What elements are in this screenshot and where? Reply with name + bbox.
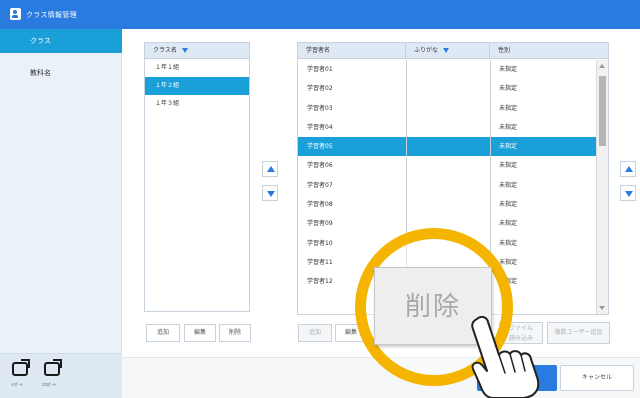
class-name-column-label: クラス名: [153, 47, 177, 54]
title-bar: クラス情報管理: [0, 0, 640, 29]
user-card-icon: [10, 8, 21, 20]
sidebar-item-subject[interactable]: 教科名: [0, 61, 122, 85]
student-kana-cell: [406, 99, 490, 118]
student-name-cell: 学習者07: [307, 181, 333, 189]
student-gender-cell: 未指定: [499, 258, 518, 266]
hand-pointer-icon: [471, 315, 540, 398]
column-header-name[interactable]: 学習者名: [298, 43, 406, 59]
class-add-button[interactable]: 追加: [146, 324, 180, 342]
student-name-cell: 学習者09: [307, 220, 333, 228]
student-gender-cell: 未指定: [499, 220, 518, 228]
student-kana-cell: [406, 176, 490, 195]
import-icon[interactable]: [12, 359, 30, 376]
class-edit-button[interactable]: 編集: [184, 324, 216, 342]
class-list-header[interactable]: クラス名: [145, 43, 249, 59]
move-class-up-button[interactable]: [262, 161, 278, 177]
student-gender-cell: 未指定: [499, 201, 518, 209]
student-gender-cell: 未指定: [499, 85, 518, 93]
triangle-up-icon: [267, 166, 275, 172]
student-gender-cell: 未指定: [499, 239, 518, 247]
window-title: クラス情報管理: [26, 11, 77, 19]
triangle-down-icon: [267, 191, 275, 197]
class-list-panel: クラス名 １年１組 １年２組 １年３組: [144, 42, 250, 312]
student-name-cell: 学習者08: [307, 201, 333, 209]
scroll-thumb[interactable]: [599, 76, 606, 146]
column-header-kana[interactable]: ふりがな: [406, 43, 490, 59]
student-row[interactable]: 学習者06 未指定: [298, 156, 596, 175]
sidebar: クラス 教科名 ｲﾝﾎﾟｰﾄ ｴｸｽﾎﾟｰﾄ: [0, 29, 122, 398]
student-row[interactable]: 学習者04 未指定: [298, 118, 596, 137]
student-name-cell: 学習者05: [307, 143, 333, 151]
bulk-user-add-button[interactable]: 複数ユーザー追加: [547, 322, 610, 344]
student-kana-cell: [406, 137, 490, 156]
sort-desc-icon[interactable]: [443, 48, 450, 53]
student-kana-cell: [406, 79, 490, 98]
student-row[interactable]: 学習者01 未指定: [298, 60, 596, 79]
sort-desc-icon[interactable]: [181, 48, 188, 53]
sidebar-footer: ｲﾝﾎﾟｰﾄ ｴｸｽﾎﾟｰﾄ: [0, 353, 122, 398]
class-row[interactable]: １年３組: [145, 95, 249, 113]
triangle-down-icon: [625, 191, 633, 197]
student-row[interactable]: 学習者07 未指定: [298, 176, 596, 195]
student-gender-cell: 未指定: [499, 181, 518, 189]
kana-column-label: ふりがな: [414, 47, 439, 54]
student-name-cell: 学習者04: [307, 123, 333, 131]
class-row-selected[interactable]: １年２組: [145, 77, 249, 95]
student-row[interactable]: 学習者08 未指定: [298, 195, 596, 214]
student-kana-cell: [406, 60, 490, 79]
move-class-down-button[interactable]: [262, 185, 278, 201]
cancel-button[interactable]: キャンセル: [560, 365, 634, 391]
student-name-cell: 学習者01: [307, 66, 333, 73]
move-student-up-button[interactable]: [620, 161, 636, 177]
student-gender-cell: 未指定: [499, 104, 518, 112]
sidebar-item-class[interactable]: クラス: [0, 29, 122, 53]
student-name-cell: 学習者02: [307, 85, 333, 93]
student-kana-cell: [406, 118, 490, 137]
move-student-down-button[interactable]: [620, 185, 636, 201]
student-name-cell: 学習者06: [307, 162, 333, 170]
student-name-cell: 学習者03: [307, 104, 333, 112]
student-row[interactable]: 学習者02 未指定: [298, 79, 596, 98]
student-gender-cell: 未指定: [499, 143, 518, 151]
export-icon[interactable]: [44, 359, 62, 376]
scroll-up-icon[interactable]: [599, 64, 605, 68]
student-kana-cell: [406, 195, 490, 214]
scrollbar[interactable]: [596, 60, 608, 314]
class-delete-button[interactable]: 削除: [219, 324, 251, 342]
student-gender-cell: 未指定: [499, 123, 518, 131]
student-row-selected[interactable]: 学習者05 未指定: [298, 137, 596, 157]
student-kana-cell: [406, 156, 490, 175]
column-header-gender[interactable]: 性別: [490, 43, 596, 59]
student-gender-cell: 未指定: [499, 162, 518, 170]
triangle-up-icon: [625, 166, 633, 172]
student-add-button[interactable]: 追加: [298, 324, 332, 342]
scroll-down-icon[interactable]: [599, 306, 605, 310]
import-label: ｲﾝﾎﾟｰﾄ: [11, 382, 23, 387]
student-gender-cell: 未指定: [499, 66, 518, 73]
student-table-header: 学習者名 ふりがな 性別: [298, 43, 608, 59]
class-row[interactable]: １年１組: [145, 59, 249, 77]
student-row[interactable]: 学習者03 未指定: [298, 99, 596, 118]
export-label: ｴｸｽﾎﾟｰﾄ: [42, 382, 56, 387]
